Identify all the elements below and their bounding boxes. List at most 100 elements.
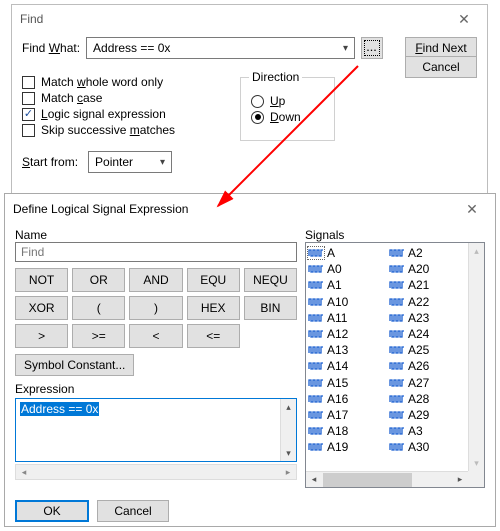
find-dialog: Find ✕ Find What: Address == 0x ▾ ... Fi… <box>11 4 488 209</box>
signal-waveform-icon <box>389 409 405 421</box>
signal-item[interactable]: A1 <box>308 277 385 293</box>
signal-item-label: A17 <box>327 408 348 422</box>
signal-waveform-icon <box>308 409 324 421</box>
signal-item[interactable]: A18 <box>308 423 385 439</box>
signals-vscrollbar[interactable]: ▴ ▾ <box>468 243 484 471</box>
op-not-button[interactable]: NOT <box>15 268 68 292</box>
signal-waveform-icon <box>389 296 405 308</box>
signal-item[interactable]: A13 <box>308 342 385 358</box>
signal-item[interactable]: A30 <box>389 439 466 455</box>
signal-item[interactable]: A22 <box>389 294 466 310</box>
ellipsis-button[interactable]: ... <box>361 37 383 59</box>
signal-item-label: A3 <box>408 424 423 438</box>
logic-signal-checkbox[interactable]: Logic signal expression <box>22 107 222 121</box>
ok-button[interactable]: OK <box>15 500 89 522</box>
match-case-checkbox[interactable]: Match case <box>22 91 222 105</box>
expr-title: Define Logical Signal Expression <box>13 202 188 216</box>
signal-item-label: A11 <box>327 311 347 325</box>
op-lt-button[interactable]: < <box>129 324 182 348</box>
down-radio[interactable]: Down <box>251 110 324 124</box>
signal-item-label: A13 <box>327 343 348 357</box>
signal-item[interactable]: A26 <box>389 358 466 374</box>
close-icon[interactable]: ✕ <box>453 198 491 220</box>
op-gt-button[interactable]: > <box>15 324 68 348</box>
signal-waveform-icon <box>389 360 405 372</box>
signal-waveform-icon <box>389 279 405 291</box>
signal-item[interactable]: A12 <box>308 326 385 342</box>
scroll-left-icon: ◂ <box>16 467 32 478</box>
signal-item[interactable]: A16 <box>308 391 385 407</box>
signal-item[interactable]: A <box>308 245 385 261</box>
signal-item[interactable]: A23 <box>389 310 466 326</box>
signals-hscrollbar[interactable]: ◂ ▸ <box>306 471 468 487</box>
signal-waveform-icon <box>308 279 324 291</box>
signal-waveform-icon <box>389 393 405 405</box>
find-what-combo[interactable]: Address == 0x ▾ <box>86 37 355 59</box>
signal-item[interactable]: A0 <box>308 261 385 277</box>
signal-item-label: A23 <box>408 311 429 325</box>
op-and-button[interactable]: AND <box>129 268 182 292</box>
signal-item[interactable]: A14 <box>308 358 385 374</box>
expression-hscrollbar[interactable]: ◂ ▸ <box>15 464 297 480</box>
signal-item-label: A27 <box>408 376 429 390</box>
expression-vscrollbar[interactable]: ▴ ▾ <box>280 399 296 461</box>
signal-item[interactable]: A3 <box>389 423 466 439</box>
signal-item[interactable]: A10 <box>308 294 385 310</box>
find-what-label: Find What: <box>22 41 80 55</box>
signal-item[interactable]: A15 <box>308 375 385 391</box>
signal-item-label: A29 <box>408 408 429 422</box>
op-or-button[interactable]: OR <box>72 268 125 292</box>
signal-item-label: A22 <box>408 295 429 309</box>
signal-item[interactable]: A17 <box>308 407 385 423</box>
signal-item[interactable]: A20 <box>389 261 466 277</box>
op-equ-button[interactable]: EQU <box>187 268 240 292</box>
scrollbar-corner <box>468 471 484 487</box>
direction-label: Direction <box>249 70 302 84</box>
signal-item[interactable]: A2 <box>389 245 466 261</box>
signals-listbox[interactable]: AA0A1A10A11A12A13A14A15A16A17A18A19 A2A20… <box>305 242 485 488</box>
signal-item[interactable]: A11 <box>308 310 385 326</box>
signal-item-label: A28 <box>408 392 429 406</box>
scrollbar-thumb[interactable] <box>323 473 412 487</box>
cancel-button[interactable]: Cancel <box>97 500 169 522</box>
signal-waveform-icon <box>308 441 324 453</box>
signal-waveform-icon <box>308 328 324 340</box>
scroll-down-icon: ▾ <box>469 455 484 471</box>
start-from-combo[interactable]: Pointer ▾ <box>88 151 172 173</box>
find-title: Find <box>20 12 43 26</box>
op-rparen-button[interactable]: ) <box>129 296 182 320</box>
op-nequ-button[interactable]: NEQU <box>244 268 297 292</box>
signal-item[interactable]: A19 <box>308 439 385 455</box>
signal-item[interactable]: A29 <box>389 407 466 423</box>
signal-item[interactable]: A25 <box>389 342 466 358</box>
scroll-up-icon: ▴ <box>281 399 296 415</box>
expression-value: Address == 0x <box>20 402 99 416</box>
match-whole-word-checkbox[interactable]: Match whole word only <box>22 75 222 89</box>
chevron-down-icon: ▾ <box>156 157 169 168</box>
close-icon[interactable]: ✕ <box>445 8 483 30</box>
up-radio[interactable]: Up <box>251 94 324 108</box>
op-bin-button[interactable]: BIN <box>244 296 297 320</box>
scroll-right-icon: ▸ <box>280 467 296 478</box>
signal-item-label: A21 <box>408 278 429 292</box>
signal-waveform-icon <box>308 344 324 356</box>
expression-textarea[interactable]: Address == 0x ▴ ▾ <box>15 398 297 462</box>
signal-item[interactable]: A28 <box>389 391 466 407</box>
skip-successive-checkbox[interactable]: Skip successive matches <box>22 123 222 137</box>
signal-waveform-icon <box>308 247 324 259</box>
signal-waveform-icon <box>389 425 405 437</box>
signal-item[interactable]: A21 <box>389 277 466 293</box>
signal-waveform-icon <box>308 360 324 372</box>
op-lparen-button[interactable]: ( <box>72 296 125 320</box>
signal-item[interactable]: A24 <box>389 326 466 342</box>
op-xor-button[interactable]: XOR <box>15 296 68 320</box>
op-hex-button[interactable]: HEX <box>187 296 240 320</box>
signal-item[interactable]: A27 <box>389 375 466 391</box>
name-input[interactable]: Find <box>15 242 297 262</box>
signals-label: Signals <box>305 228 485 242</box>
op-gte-button[interactable]: >= <box>72 324 125 348</box>
cancel-button[interactable]: Cancel <box>405 56 477 78</box>
op-lte-button[interactable]: <= <box>187 324 240 348</box>
symbol-constant-button[interactable]: Symbol Constant... <box>15 354 134 376</box>
start-from-value: Pointer <box>95 155 133 169</box>
